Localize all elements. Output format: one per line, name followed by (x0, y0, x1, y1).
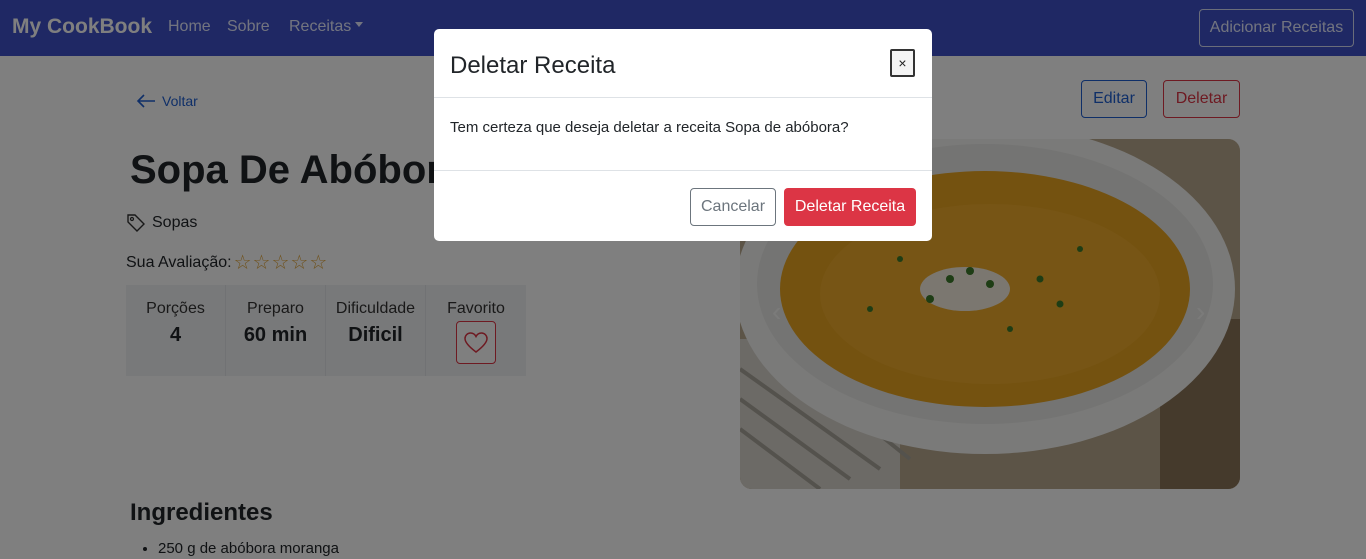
confirm-delete-button[interactable]: Deletar Receita (784, 188, 916, 226)
modal-footer: Cancelar Deletar Receita (434, 171, 932, 241)
cancel-button[interactable]: Cancelar (690, 188, 776, 226)
modal-message: Tem certeza que deseja deletar a receita… (450, 119, 849, 136)
modal-title: Deletar Receita (450, 52, 616, 79)
delete-modal: Deletar Receita × Tem certeza que deseja… (434, 29, 932, 241)
close-icon[interactable]: × (890, 49, 915, 77)
modal-body: Tem certeza que deseja deletar a receita… (434, 98, 932, 171)
modal-header: Deletar Receita × (434, 29, 932, 98)
